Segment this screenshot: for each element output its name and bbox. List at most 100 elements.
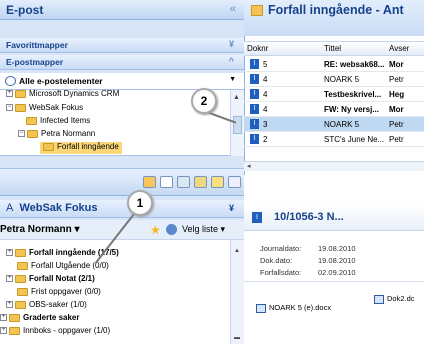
velg-liste-dropdown[interactable]: Velg liste ▾ [182,224,225,235]
websak-header: A WebSak Fokus ¥ [0,200,244,218]
attachment-icon [374,294,384,304]
search-folder-icon [17,287,28,296]
meta-label: Dok.dato: [260,256,293,265]
scroll-up-icon[interactable]: ▲ [233,94,240,101]
scroll-thumb[interactable] [233,116,242,134]
horizontal-scrollbar[interactable]: ◂ [244,161,424,171]
favorite-star-icon[interactable]: ★ [150,223,161,237]
search-folder-icon [15,300,26,309]
table-row[interactable]: I 5 RE: websak68... Mor [244,57,424,72]
table-row[interactable]: I 2 STC's June Ne... Petr [244,132,424,147]
attachment-item[interactable]: NOARK 5 (e).docx [256,303,331,313]
scroll-down-icon[interactable]: ▬ [234,335,240,341]
list-item[interactable]: + OBS-saker (1/0) [6,300,87,312]
list-item[interactable]: + Innboks - oppgaver (1/0) [0,326,110,338]
expand-icon[interactable]: + [0,314,7,322]
expand-icon[interactable]: + [6,301,13,309]
favorites-bar[interactable]: Favorittmapper ¥ [0,38,244,53]
refresh-icon[interactable] [166,224,177,235]
folder-icon [26,116,37,125]
user-dropdown[interactable]: Petra Normann ▾ [0,224,79,235]
column-tittel[interactable]: Tittel [324,44,341,53]
nav-header: E-post « [0,0,244,20]
search-folder-icon [251,5,263,16]
scroll-left-icon[interactable]: ◂ [247,162,251,170]
collapse-pane-icon[interactable]: « [230,3,236,15]
mail-folders-label: E-postmapper [6,57,64,67]
mail-module-icon[interactable] [143,176,156,188]
document-icon: I [252,212,262,223]
document-icon: I [250,119,259,129]
mail-folders-bar[interactable]: E-postmapper ^ [0,55,244,70]
tree-item-selected[interactable]: Forfall inngående [40,142,122,154]
table-row-selected[interactable]: I 3 NOARK 5 Petr [244,117,424,132]
expand-icon[interactable]: + [6,90,13,98]
list-header: Forfall inngående - Ant [244,0,424,36]
expand-icon[interactable]: + [6,275,13,283]
search-folder-icon [9,313,20,322]
meta-value: 19.08.2010 [318,244,356,253]
tree-item[interactable]: − WebSak Fokus [6,103,83,115]
list-item[interactable]: + Graderte saker [0,313,79,325]
folder-module-icon[interactable] [211,176,224,188]
document-icon: I [250,89,259,99]
collapse-icon[interactable]: − [18,130,25,138]
attachments-bar: NOARK 5 (e).docx Dok2.dc [244,281,424,325]
search-folder-icon [9,326,20,335]
list-scrollbar[interactable]: ▲ ▬ [230,240,244,344]
nav-title: E-post [6,3,44,17]
attachment-item[interactable]: Dok2.dc [374,294,415,304]
preview-title: 10/1056-3 N... [274,211,344,223]
callout-1: 1 [127,190,153,216]
meta-label: Forfallsdato: [260,268,302,277]
websak-collapse-icon[interactable]: ¥ [229,203,234,213]
document-icon: I [250,104,259,114]
callout-2: 2 [191,88,217,114]
vertical-scrollbar[interactable]: ▲ [230,90,244,156]
collapse-icon[interactable]: − [6,104,13,112]
column-headers: Doknr Tittel Avser [244,41,424,56]
tree-item[interactable]: Infected Items [26,116,90,128]
calendar-module-icon[interactable] [160,176,173,188]
contacts-module-icon[interactable] [177,176,190,188]
table-row[interactable]: I 4 NOARK 5 Petr [244,72,424,87]
list-item[interactable]: Frist oppgaver (0/0) [17,287,101,299]
tree-item[interactable]: + Microsoft Dynamics CRM [6,89,119,101]
table-row[interactable]: I 4 Testbeskrivel... Heg [244,87,424,102]
shortcuts-module-icon[interactable] [228,176,241,188]
expand-icon[interactable]: ¥ [229,39,234,49]
meta-label: Journaldato: [260,244,302,253]
scroll-up-icon[interactable]: ▲ [234,248,240,254]
document-icon: I [250,74,259,84]
document-icon: I [250,59,259,69]
expand-icon[interactable]: + [6,249,13,257]
favorites-label: Favorittmapper [6,40,68,50]
table-row[interactable]: I 4 FW: Ny versj... Mor [244,102,424,117]
preview-header: I 10/1056-3 N... [244,205,424,231]
websak-title: A WebSak Fokus [6,202,98,214]
module-icon-bar [0,168,244,196]
expand-icon[interactable]: + [0,327,7,335]
column-doknr[interactable]: Doknr [247,44,268,53]
folder-icon [43,142,54,151]
meta-value: 02.09.2010 [318,268,356,277]
document-icon: I [250,134,259,144]
list-item[interactable]: + Forfall Notat (2/1) [6,274,95,286]
search-folder-icon [15,248,26,257]
tasks-module-icon[interactable] [194,176,207,188]
collapse-icon[interactable]: ^ [229,56,234,66]
search-folder-icon [17,261,28,270]
dropdown-arrow-icon[interactable]: ▼ [229,76,236,83]
meta-value: 19.08.2010 [318,256,356,265]
mailbox-selector[interactable]: Alle e-postelementer ▼ [0,73,244,90]
folder-icon [27,129,38,138]
search-icon [5,76,16,86]
attachment-icon [256,303,266,313]
tree-item[interactable]: − Petra Normann [18,129,95,141]
folder-icon [15,103,26,112]
column-avsender[interactable]: Avser [389,44,409,53]
search-folder-icon [15,274,26,283]
mailbox-label: Alle e-postelementer [19,76,103,86]
folder-icon [15,89,26,98]
list-title: Forfall inngående - Ant [268,3,404,17]
